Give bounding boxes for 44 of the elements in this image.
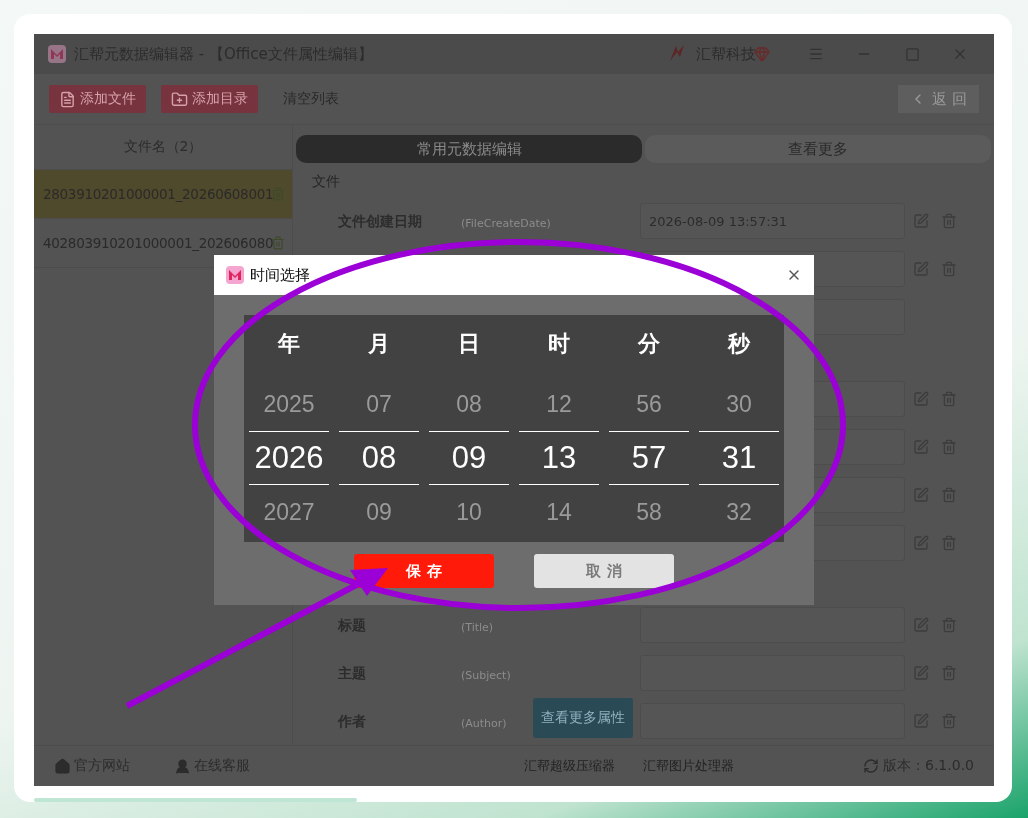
picker-option[interactable]: 31 — [699, 431, 779, 485]
column-header: 年 — [278, 330, 300, 358]
picker-option[interactable]: 10 — [429, 485, 509, 539]
field-hint: (FileCreateDate) — [461, 216, 551, 230]
back-button[interactable]: 返 回 — [898, 85, 979, 113]
picker-option[interactable]: 56 — [609, 377, 689, 431]
picker-option[interactable]: 2025 — [249, 377, 329, 431]
picker-option[interactable]: 09 — [339, 485, 419, 539]
picker-option[interactable]: 2026 — [249, 431, 329, 485]
app-logo-icon — [48, 45, 66, 63]
picker-option[interactable]: 57 — [609, 431, 689, 485]
picker-option[interactable]: 07 — [339, 377, 419, 431]
field-hint: (Author) — [461, 716, 507, 730]
picker-option[interactable]: 09 — [429, 431, 509, 485]
column-header: 分 — [638, 330, 660, 358]
picker-option[interactable]: 12 — [519, 377, 599, 431]
tab[interactable]: 常用元数据编辑 — [296, 135, 642, 163]
person-icon — [174, 757, 191, 775]
refresh-icon[interactable] — [863, 758, 879, 774]
picker-option[interactable]: 13 — [519, 431, 599, 485]
more-properties-button[interactable]: 查看更多属性 — [533, 698, 633, 738]
document-icon — [59, 90, 76, 108]
column-header: 秒 — [728, 330, 750, 358]
add-button[interactable]: 添加文件 — [49, 85, 146, 113]
picker-option[interactable]: 30 — [699, 377, 779, 431]
column-header: 时 — [548, 330, 570, 358]
picker-option[interactable]: 58 — [609, 485, 689, 539]
picker-option[interactable]: 2027 — [249, 485, 329, 539]
trash-icon[interactable] — [271, 236, 286, 250]
field-hint: (Subject) — [461, 668, 511, 682]
cancel-button[interactable]: 取 消 — [534, 554, 674, 588]
add-button[interactable]: 添加目录 — [161, 85, 258, 113]
column-header: 日 — [458, 330, 480, 358]
app-logo-icon — [226, 266, 244, 284]
picker-option[interactable]: 08 — [429, 377, 509, 431]
home-icon — [54, 757, 71, 775]
picker-option[interactable]: 32 — [699, 485, 779, 539]
field-hint: (Title) — [461, 620, 494, 634]
dialog-title: 时间选择 — [250, 265, 311, 285]
folder-plus-icon — [171, 90, 188, 108]
column-header: 月 — [368, 330, 390, 358]
picker-option[interactable]: 14 — [519, 485, 599, 539]
diamond-icon — [754, 46, 770, 62]
picker-option[interactable]: 08 — [339, 431, 419, 485]
